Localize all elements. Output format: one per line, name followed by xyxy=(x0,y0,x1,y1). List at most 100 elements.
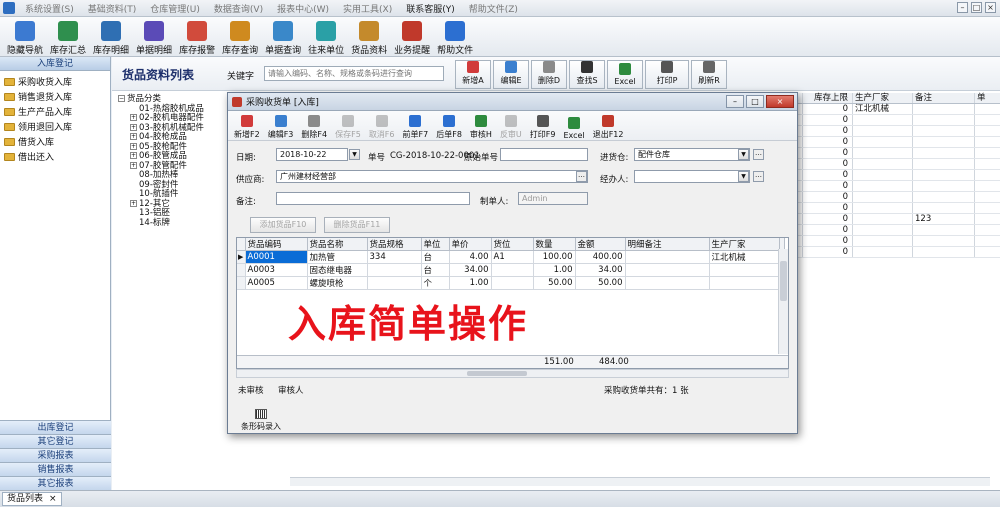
handler-select[interactable] xyxy=(634,170,750,183)
grid-cell-note[interactable] xyxy=(625,263,710,277)
remark-field[interactable] xyxy=(276,192,470,205)
table-row[interactable]: 0 xyxy=(790,115,1000,126)
toolbar-button-3[interactable]: 单据明细 xyxy=(133,18,175,56)
nav-item-5[interactable]: 借出还入 xyxy=(4,149,110,164)
grid-cell-maker[interactable] xyxy=(709,263,780,277)
nav-tab-sales-report[interactable]: 销售报表 xyxy=(0,462,111,476)
grid-column-header[interactable]: 金额 xyxy=(575,238,626,251)
grid-cell-maker[interactable]: 江北机械 xyxy=(709,250,780,264)
table-row[interactable]: 0 xyxy=(790,192,1000,203)
table-row[interactable]: 0 江北机械 xyxy=(790,104,1000,115)
grid-cell-amount[interactable]: 34.00 xyxy=(575,263,626,277)
grid-cell-spec[interactable]: 334 xyxy=(367,250,422,264)
keyword-search-input[interactable] xyxy=(264,66,444,81)
nav-tab-other-report[interactable]: 其它报表 xyxy=(0,476,111,490)
grid-cell-loc[interactable]: A1 xyxy=(491,250,534,264)
date-dropdown-icon[interactable]: ▼ xyxy=(349,149,360,160)
minimize-icon[interactable]: – xyxy=(726,95,744,108)
nav-tab-outbound[interactable]: 出库登记 xyxy=(0,420,111,434)
dialog-toolbar-button-3[interactable]: 保存F5 xyxy=(332,112,364,140)
grid-column-header[interactable]: 数量 xyxy=(533,238,576,251)
toolbar-button-1[interactable]: 库存汇总 xyxy=(47,18,89,56)
table-row[interactable]: 0 xyxy=(790,225,1000,236)
toolbar-button-4[interactable]: 库存报警 xyxy=(176,18,218,56)
warehouse-more-icon[interactable]: … xyxy=(753,149,764,160)
nav-header-inbound[interactable]: 入库登记 xyxy=(0,57,110,71)
dialog-toolbar-button-2[interactable]: 删除F4 xyxy=(298,112,330,140)
menu-warehouse[interactable]: 仓库管理(U) xyxy=(143,2,207,15)
dialog-toolbar-button-5[interactable]: 前单F7 xyxy=(400,112,432,140)
grid-row[interactable]: ▶ A0001 加热管 334 台 4.00 A1 100.00 400.00 江北机械 xyxy=(237,250,785,264)
table-row[interactable]: 0 xyxy=(790,203,1000,214)
toolbar-button-9[interactable]: 业务提醒 xyxy=(391,18,433,56)
toolbar-button-10[interactable]: 帮助文件 xyxy=(434,18,476,56)
table-row[interactable]: 0 xyxy=(790,181,1000,192)
grid-column-header[interactable]: 明细备注 xyxy=(625,238,710,251)
grid-cell-code[interactable]: A0001 xyxy=(245,250,308,264)
table-row[interactable]: 0 123 xyxy=(790,214,1000,225)
grid-cell-name[interactable]: 加热管 xyxy=(307,250,368,264)
grid-column-header[interactable]: 货位 xyxy=(491,238,534,251)
collapse-icon[interactable]: − xyxy=(118,95,125,102)
content-button-5[interactable]: 打印P xyxy=(645,60,689,89)
grid-column-header[interactable]: 货品规格 xyxy=(367,238,422,251)
nav-item-1[interactable]: 销售退货入库 xyxy=(4,89,110,104)
menu-query[interactable]: 数据查询(V) xyxy=(207,2,270,15)
dialog-toolbar-button-9[interactable]: 打印F9 xyxy=(527,112,559,140)
menu-tools[interactable]: 实用工具(X) xyxy=(336,2,399,15)
handler-more-icon[interactable]: … xyxy=(753,171,764,182)
nav-item-4[interactable]: 借货入库 xyxy=(4,134,110,149)
warehouse-dropdown-icon[interactable]: ▼ xyxy=(738,149,749,160)
close-icon[interactable]: × xyxy=(766,95,794,108)
minimize-icon[interactable]: – xyxy=(957,2,968,13)
dialog-toolbar-button-8[interactable]: 反审U xyxy=(497,112,525,140)
grid-vscroll-thumb[interactable] xyxy=(780,261,787,301)
tree-node[interactable]: 14-标牌 xyxy=(118,218,204,229)
grid-cell-amount[interactable]: 400.00 xyxy=(575,250,626,264)
supplier-field[interactable]: 广州建材经营部 xyxy=(276,170,588,183)
grid-cell-code[interactable]: A0005 xyxy=(245,276,308,290)
barcode-entry-button[interactable]: 条形码录入 xyxy=(236,404,286,432)
maximize-icon[interactable]: □ xyxy=(746,95,764,108)
menu-basic[interactable]: 基础资料(T) xyxy=(81,2,144,15)
grid-cell-qty[interactable]: 50.00 xyxy=(533,276,576,290)
toolbar-button-6[interactable]: 单据查询 xyxy=(262,18,304,56)
content-button-0[interactable]: 新增A xyxy=(455,60,491,89)
menu-system[interactable]: 系统设置(S) xyxy=(18,2,81,15)
tab-close-icon[interactable]: × xyxy=(49,493,57,505)
grid-cell-name[interactable]: 固态继电器 xyxy=(307,263,368,277)
grid-cell-spec[interactable] xyxy=(367,263,422,277)
grid-cell-code[interactable]: A0003 xyxy=(245,263,308,277)
table-row[interactable]: 0 xyxy=(790,137,1000,148)
dialog-toolbar-button-4[interactable]: 取消F6 xyxy=(366,112,398,140)
table-row[interactable]: 0 xyxy=(790,159,1000,170)
toolbar-button-5[interactable]: 库存查询 xyxy=(219,18,261,56)
nav-item-2[interactable]: 生产产品入库 xyxy=(4,104,110,119)
goods-grid-hscroll[interactable] xyxy=(290,477,990,486)
supplier-more-icon[interactable]: … xyxy=(576,171,587,182)
toolbar-button-2[interactable]: 库存明细 xyxy=(90,18,132,56)
grid-cell-maker[interactable] xyxy=(709,276,780,290)
close-icon[interactable]: × xyxy=(985,2,996,13)
grid-vscroll[interactable] xyxy=(778,249,788,354)
grid-cell-note[interactable] xyxy=(625,276,710,290)
grid-column-header[interactable]: 单位 xyxy=(421,238,450,251)
warehouse-select[interactable]: 配件仓库 xyxy=(634,148,750,161)
nav-item-0[interactable]: 采购收货入库 xyxy=(4,74,110,89)
content-button-6[interactable]: 刷新R xyxy=(691,60,727,89)
dialog-toolbar-button-11[interactable]: 退出F12 xyxy=(590,112,627,140)
grid-row[interactable]: A0003 固态继电器台 34.00 1.00 34.00 xyxy=(237,263,785,277)
expand-icon[interactable]: + xyxy=(130,161,137,169)
content-button-1[interactable]: 编辑E xyxy=(493,60,529,89)
toolbar-button-8[interactable]: 货品资料 xyxy=(348,18,390,56)
grid-cell-amount[interactable]: 50.00 xyxy=(575,276,626,290)
grid-cell-name[interactable]: 螺旋喷枪 xyxy=(307,276,368,290)
delete-item-button[interactable]: 删除货品F11 xyxy=(324,217,390,233)
dialog-toolbar-button-7[interactable]: 审核H xyxy=(467,112,495,140)
grid-cell-price[interactable]: 4.00 xyxy=(449,250,492,264)
grid-cell-price[interactable]: 34.00 xyxy=(449,263,492,277)
menu-support[interactable]: 联系客服(Y) xyxy=(399,2,462,15)
orig-no-field[interactable] xyxy=(500,148,588,161)
grid-cell-price[interactable]: 1.00 xyxy=(449,276,492,290)
table-row[interactable]: 0 xyxy=(790,126,1000,137)
